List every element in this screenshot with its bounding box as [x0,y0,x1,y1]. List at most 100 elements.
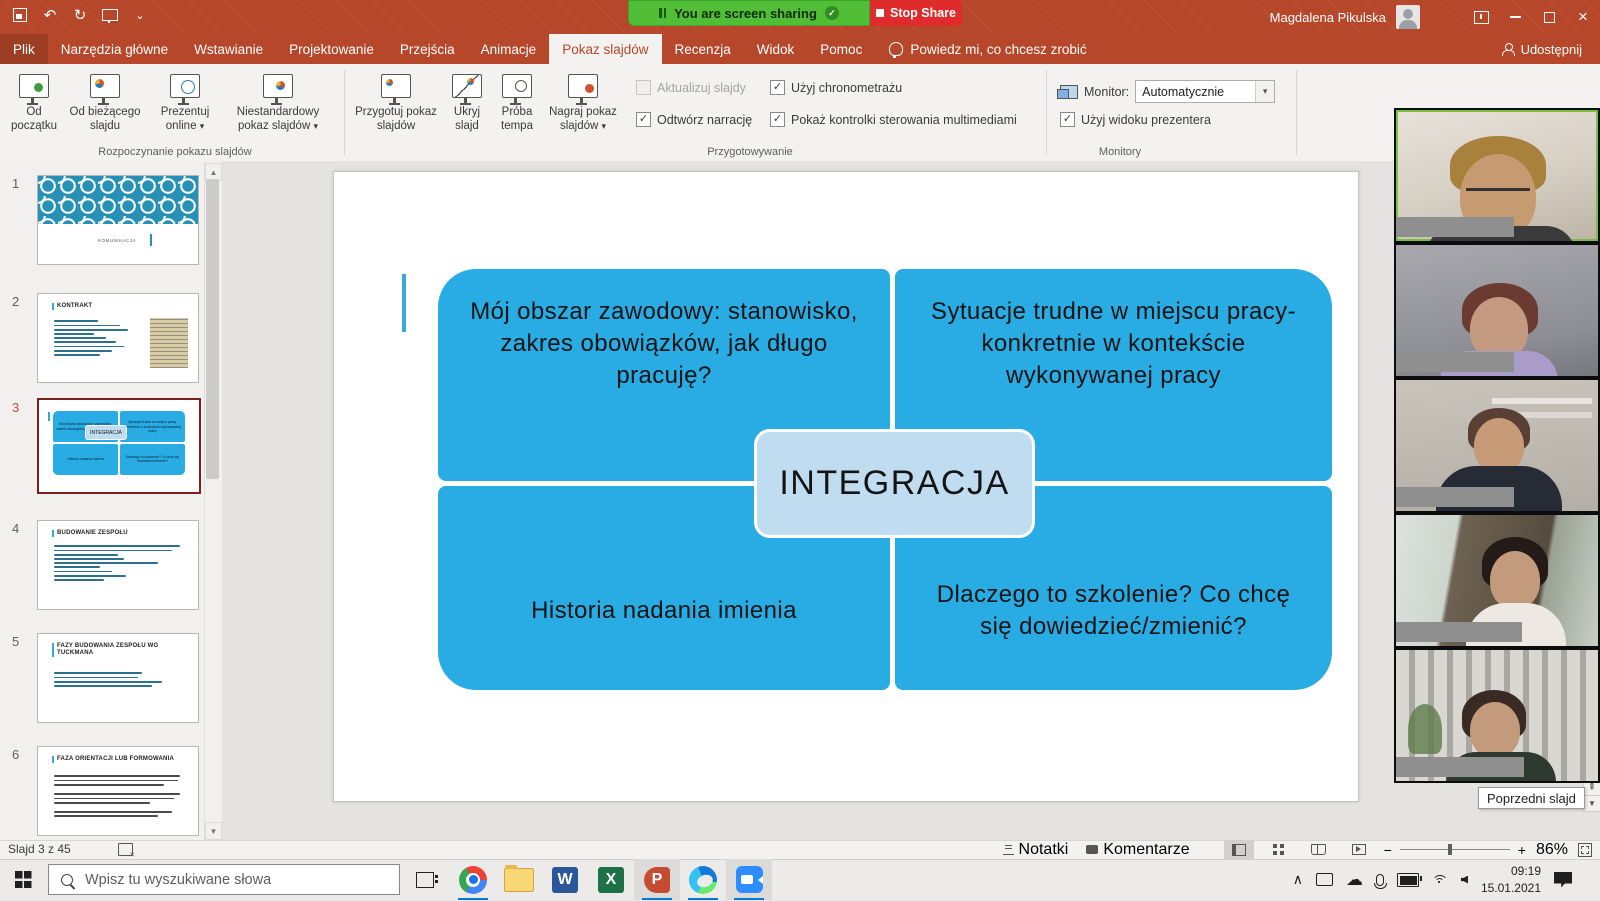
tab-narzedzia-glowne[interactable]: Narzędzia główne [48,34,181,64]
speaker-icon[interactable] [1461,876,1468,884]
taskbar-search[interactable] [48,864,400,895]
customize-toolbar-icon[interactable]: ⌄ [130,5,150,25]
slide-canvas[interactable]: Mój obszar zawodowy: stanowisko, zakres … [333,171,1359,802]
od-biezacego-slajdu-button[interactable]: Od bieżącego slajdu [62,70,148,148]
wifi-icon[interactable] [1432,875,1448,885]
battery-icon[interactable] [1397,873,1419,887]
checkbox-widok-prezentera[interactable]: ✓ Użyj widoku prezentera [1060,112,1211,127]
start-slideshow-icon[interactable] [100,5,120,25]
checkbox-uzyj-chronometrazu[interactable]: ✓ Użyj chronometrażu [770,80,902,95]
checkbox-odtworz-narracje[interactable]: ✓ Odtwórz narrację [636,112,752,127]
slide-thumbnail-5[interactable]: FAZY BUDOWANIA ZESPOŁU WG TUCKMANA [37,633,199,723]
close-button[interactable]: × [1566,0,1600,34]
clock-date: 15.01.2021 [1481,880,1541,896]
start-button[interactable] [0,859,46,900]
onedrive-cloud-icon[interactable]: ☁ [1346,870,1363,890]
zoom-in-button[interactable]: + [1518,842,1526,858]
restore-button[interactable] [1532,0,1566,34]
taskbar-app-zoom[interactable] [726,859,772,900]
proba-tempa-button[interactable]: Próba tempa [494,70,540,148]
slide-number-2: 2 [12,294,19,309]
od-poczatku-button[interactable]: Od początku [8,70,60,148]
zoom-out-button[interactable]: − [1384,842,1392,858]
tab-przejscia[interactable]: Przejścia [387,34,468,64]
slideshow-view-button[interactable] [1344,840,1374,859]
save-icon[interactable] [10,5,30,25]
taskbar-app-explorer[interactable] [496,859,542,900]
next-slide-button[interactable]: ▼ [1583,795,1600,812]
slide-thumbnail-4[interactable]: BUDOWANIE ZESPOŁU [37,520,199,610]
search-input[interactable] [83,871,387,889]
scrollbar-thumb[interactable] [206,179,219,479]
comments-button[interactable]: Komentarze [1082,840,1193,859]
ribbon-display-options-icon[interactable] [1464,0,1498,34]
taskbar-app-powerpoint[interactable]: P [634,859,680,900]
chrome-icon [459,866,487,894]
integracja-center-shape[interactable]: INTEGRACJA [754,429,1035,538]
redo-icon[interactable]: ↻ [70,5,90,25]
normal-view-button[interactable] [1224,840,1254,859]
stop-share-button[interactable]: Stop Share [870,0,962,26]
video-tile-active-speaker[interactable] [1396,110,1598,241]
share-button[interactable]: Udostępnij [1484,34,1600,64]
minimize-button[interactable] [1498,0,1532,34]
notification-center-icon[interactable]: 4 [1554,872,1572,888]
scroll-down-button[interactable]: ▼ [205,822,222,840]
microphone-icon[interactable] [1376,874,1384,886]
tab-pokaz-slajdow[interactable]: Pokaz slajdów [549,34,661,64]
zoom-slider[interactable] [1400,849,1510,851]
tab-recenzja[interactable]: Recenzja [662,34,744,64]
zoom-level[interactable]: 86% [1536,841,1568,859]
taskbar-app-edge[interactable] [680,859,726,900]
slide-thumbnail-1[interactable]: KOMUNIKACJA [37,175,199,265]
taskbar-app-chrome[interactable] [450,859,496,900]
slide-accent-bar[interactable] [402,274,406,332]
prezentuj-online-button[interactable]: Prezentuj online ▾ [152,70,218,148]
video-tile[interactable] [1396,650,1598,781]
video-tile[interactable] [1396,380,1598,511]
niestandardowy-pokaz-button[interactable]: Niestandardowy pokaz slajdów ▾ [222,70,334,148]
slide-sorter-view-button[interactable] [1264,840,1294,859]
tab-projektowanie[interactable]: Projektowanie [276,34,387,64]
ukryj-slajd-button[interactable]: Ukryj slajd [444,70,490,148]
nagraj-pokaz-button[interactable]: Nagraj pokaz slajdów ▾ [544,70,622,148]
user-avatar[interactable] [1396,5,1420,29]
tab-animacje[interactable]: Animacje [468,34,550,64]
task-view-button[interactable] [404,859,446,900]
monitor-select[interactable]: Automatycznie ▾ [1135,80,1275,103]
tab-plik[interactable]: Plik [0,34,48,64]
tray-chevron-icon[interactable]: ∧ [1293,871,1303,888]
pause-share-icon[interactable] [659,8,666,18]
video-tile[interactable] [1396,515,1598,646]
participant-name-bar [1396,487,1514,507]
thumb1-title: KOMUNIKACJA [98,238,136,243]
slide-thumbnail-2[interactable]: KONTRAKT [37,293,199,383]
prezenter-label: Użyj widoku prezentera [1081,113,1211,127]
taskbar-app-word[interactable]: W [542,859,588,900]
fit-slide-to-window-icon[interactable] [1578,843,1592,857]
dropdown-arrow-icon: ▾ [313,121,318,131]
reading-view-button[interactable] [1304,840,1334,859]
slide-thumbnail-3-selected[interactable]: Mój obszar zawodowy: stanowisko, zakres … [37,398,201,494]
taskbar-clock[interactable]: 09:19 15.01.2021 [1481,863,1541,895]
notes-button[interactable]: Notatki [999,840,1073,859]
undo-icon[interactable]: ↶ [40,5,60,25]
przygotuj-pokaz-button[interactable]: Przygotuj pokaz slajdów [352,70,440,148]
video-tile[interactable] [1396,245,1598,376]
quick-access-toolbar: ↶ ↻ ⌄ [10,5,150,25]
thumb2-photo [150,318,188,368]
notes-label: Notatki [1019,841,1069,859]
tell-me-box[interactable]: Powiedz mi, co chcesz zrobić [875,34,1100,64]
tab-pomoc[interactable]: Pomoc [807,34,875,64]
checkbox-pokaz-kontrolki[interactable]: ✓ Pokaż kontrolki sterowania multimediam… [770,112,1017,127]
screen-cast-icon[interactable] [1316,873,1333,886]
slide-thumbnail-6[interactable]: FAZA ORIENTACJI LUB FORMOWANIA [37,746,199,836]
tab-wstawianie[interactable]: Wstawianie [181,34,276,64]
slide-number-6: 6 [12,747,19,762]
taskbar-app-excel[interactable]: X [588,859,634,900]
security-shield-icon[interactable]: ✓ [825,6,839,20]
zoom-slider-thumb[interactable] [1448,844,1452,855]
tab-widok[interactable]: Widok [744,34,808,64]
spellcheck-icon[interactable] [118,843,133,856]
dropdown-arrow-icon[interactable]: ▾ [1255,81,1274,102]
